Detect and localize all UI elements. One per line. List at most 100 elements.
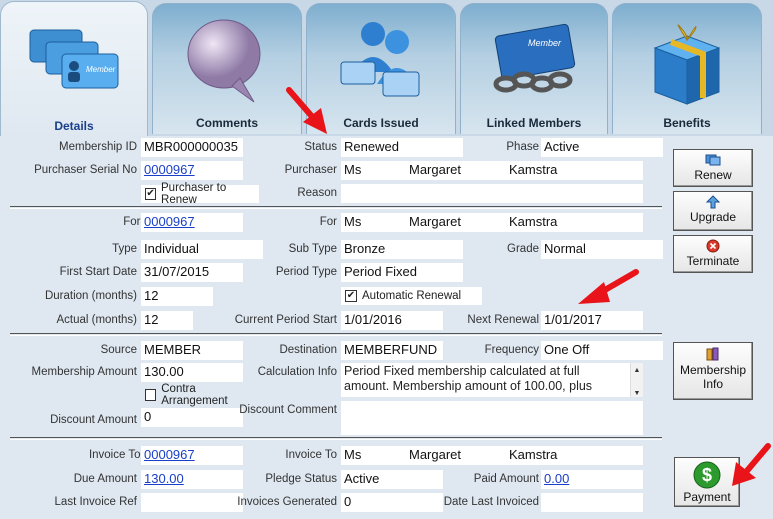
last-invoice-ref-label: Last Invoice Ref (54, 496, 137, 508)
terminate-button[interactable]: Terminate (673, 235, 753, 273)
annotation-arrow-icon (732, 443, 771, 486)
period-type-field[interactable]: Period Fixed (341, 263, 463, 282)
grade-field[interactable]: Normal (541, 240, 663, 259)
discount-amount-label: Discount Amount (50, 414, 137, 426)
scroll-down-icon[interactable]: ▼ (631, 386, 643, 397)
due-amount-link[interactable]: 130.00 (144, 471, 184, 486)
contra-arrangement-check-icon (145, 389, 157, 401)
calculation-info-line-2: amount. Membership amount of 100.00, plu… (344, 379, 593, 393)
purchaser-serial-label: Purchaser Serial No (34, 164, 137, 176)
automatic-renewal-label: Automatic Renewal (362, 290, 462, 302)
invoice-to-serial-field[interactable]: 0000967 (141, 446, 243, 465)
tab-details-label: Details (54, 119, 94, 133)
discount-comment-textarea[interactable] (341, 401, 643, 435)
svg-text:$: $ (702, 465, 712, 485)
speech-bubble-icon (187, 19, 261, 103)
membership-id-label: Membership ID (59, 141, 137, 153)
status-field[interactable]: Renewed (341, 138, 463, 157)
calculation-info-line-1: Period Fixed membership calculated at fu… (344, 364, 580, 378)
scroll-up-icon[interactable]: ▲ (631, 363, 643, 378)
type-label: Type (112, 243, 137, 255)
calculation-info-textarea[interactable]: Period Fixed membership calculated at fu… (341, 363, 643, 397)
sub-type-field[interactable]: Bronze (341, 240, 463, 259)
pledge-status-label: Pledge Status (265, 473, 337, 485)
purchaser-to-renew-label: Purchaser to Renew (161, 182, 227, 206)
invoice-to-first-name: Margaret (409, 447, 462, 462)
duration-label: Duration (months) (44, 290, 137, 302)
phase-label: Phase (506, 141, 539, 153)
purchaser-serial-field[interactable]: 0000967 (141, 161, 243, 180)
actual-field[interactable]: 12 (141, 311, 193, 330)
paid-amount-label: Paid Amount (473, 473, 539, 485)
invoices-generated-field[interactable]: 0 (341, 493, 443, 512)
due-amount-field[interactable]: 130.00 (141, 470, 243, 489)
membership-id-field[interactable]: MBR000000035 (141, 138, 243, 157)
current-period-start-label: Current Period Start (234, 314, 337, 326)
purchaser-field[interactable]: Ms Margaret Kamstra (341, 161, 643, 180)
membership-info-icon (706, 347, 719, 361)
purchaser-to-renew-check-icon: ✔ (145, 188, 157, 200)
member-cards-icon: Member (29, 29, 119, 89)
membership-info-label-line-2: Info (702, 377, 723, 391)
frequency-label: Frequency (484, 344, 539, 356)
tab-comments[interactable]: Comments (152, 3, 302, 134)
discount-amount-field[interactable]: 0 (141, 408, 243, 427)
paid-amount-link[interactable]: 0.00 (544, 471, 569, 486)
reason-field[interactable] (341, 184, 643, 203)
for-title: Ms (344, 214, 362, 229)
renew-button[interactable]: Renew (673, 149, 753, 187)
duration-field[interactable]: 12 (141, 287, 213, 306)
calculation-info-scrollbar[interactable]: ▲ ▼ (630, 363, 643, 397)
tab-benefits[interactable]: Benefits (612, 3, 762, 134)
membership-info-button[interactable]: Membership Info (673, 342, 753, 400)
frequency-field[interactable]: One Off (541, 341, 663, 360)
for-field[interactable]: Ms Margaret Kamstra (341, 213, 643, 232)
section-divider (10, 333, 662, 336)
next-renewal-field[interactable]: 1/01/2017 (541, 311, 643, 330)
phase-field[interactable]: Active (541, 138, 663, 157)
automatic-renewal-check-icon: ✔ (345, 290, 357, 302)
source-label: Source (100, 344, 137, 356)
for-serial-link[interactable]: 0000967 (144, 214, 195, 229)
grade-label: Grade (507, 243, 539, 255)
source-field[interactable]: MEMBER (141, 341, 243, 360)
section-divider (10, 206, 662, 209)
membership-amount-label: Membership Amount (31, 366, 137, 378)
renew-icon (705, 154, 721, 166)
destination-field[interactable]: MEMBERFUND (341, 341, 443, 360)
svg-text:Member: Member (528, 38, 562, 48)
tab-details[interactable]: Member Details (0, 1, 148, 137)
paid-amount-field[interactable]: 0.00 (541, 470, 643, 489)
period-type-label: Period Type (275, 266, 337, 278)
gift-box-icon (653, 24, 721, 105)
details-panel: Membership ID MBR000000035 Status Renewe… (0, 136, 773, 519)
purchaser-title: Ms (344, 162, 362, 177)
for-serial-field[interactable]: 0000967 (141, 213, 243, 232)
contra-arrangement-checkbox[interactable]: Contra Arrangement (141, 383, 261, 407)
automatic-renewal-checkbox[interactable]: ✔ Automatic Renewal (341, 287, 482, 305)
first-start-date-field[interactable]: 31/07/2015 (141, 263, 243, 282)
purchaser-first-name: Margaret (409, 162, 462, 177)
date-last-invoiced-field[interactable] (541, 493, 643, 512)
purchaser-to-renew-checkbox[interactable]: ✔ Purchaser to Renew (141, 182, 259, 206)
current-period-start-field[interactable]: 1/01/2016 (341, 311, 443, 330)
destination-label: Destination (279, 344, 337, 356)
purchaser-serial-link[interactable]: 0000967 (144, 162, 195, 177)
purchaser-last-name: Kamstra (509, 162, 558, 177)
tab-comments-label: Comments (195, 116, 258, 130)
pledge-status-field[interactable]: Active (341, 470, 443, 489)
discount-comment-label: Discount Comment (239, 404, 337, 416)
date-last-invoiced-label: Date Last Invoiced (443, 496, 539, 508)
tab-linked-members[interactable]: Member Linked Members (460, 3, 608, 134)
sub-type-label: Sub Type (288, 243, 337, 255)
invoice-to-serial-link[interactable]: 0000967 (144, 447, 195, 462)
last-invoice-ref-field[interactable] (141, 493, 243, 512)
for-first-name: Margaret (409, 214, 462, 229)
terminate-icon (706, 239, 720, 253)
renew-button-label: Renew (694, 168, 732, 182)
type-field[interactable]: Individual (141, 240, 263, 259)
membership-amount-field[interactable]: 130.00 (141, 363, 243, 382)
invoice-to-field[interactable]: Ms Margaret Kamstra (341, 446, 643, 465)
tab-strip: Member Details Comments Cards Issued Mem… (0, 0, 773, 137)
upgrade-button[interactable]: Upgrade (673, 191, 753, 231)
